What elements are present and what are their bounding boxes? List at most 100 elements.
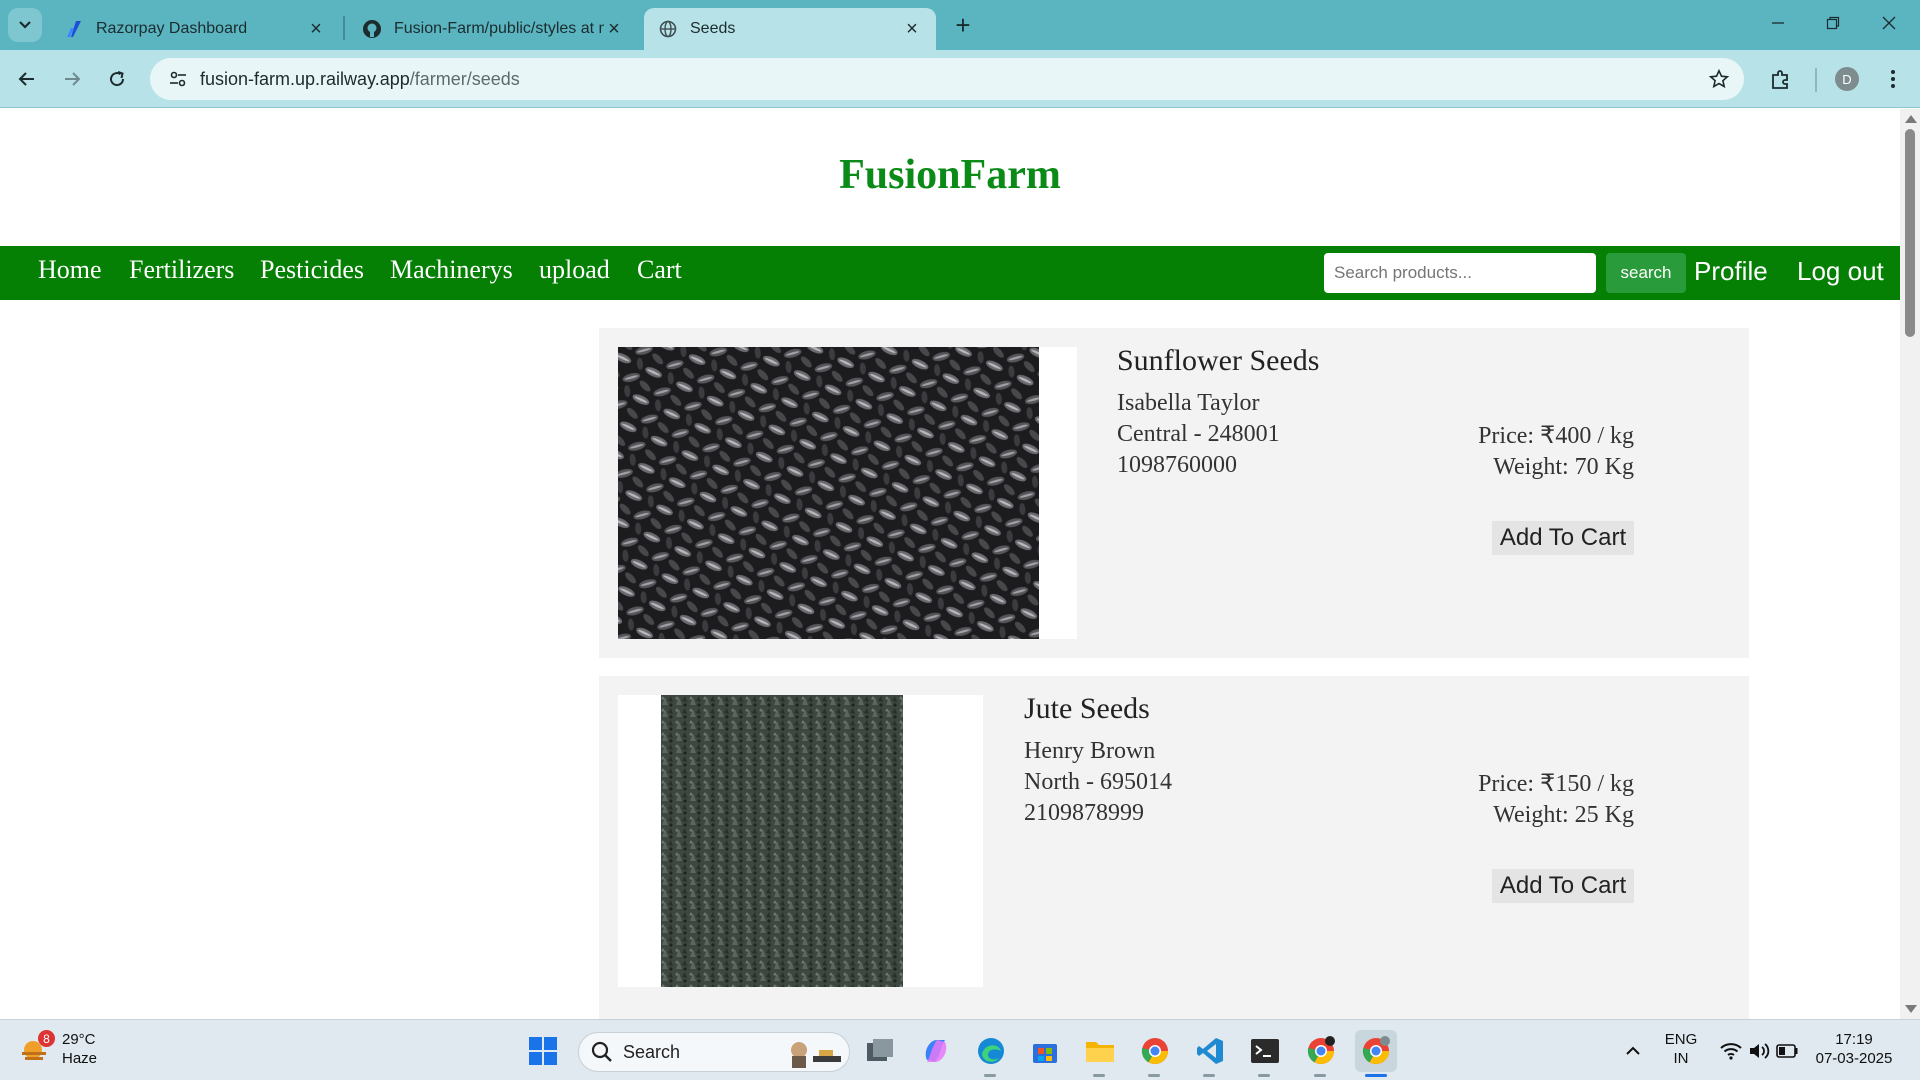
reload-icon — [110, 71, 125, 87]
close-icon[interactable]: × — [306, 18, 326, 40]
tab-github[interactable]: Fusion-Farm/public/styles at m × — [348, 8, 638, 50]
search-button[interactable]: search — [1606, 253, 1686, 293]
scroll-up-icon[interactable] — [1905, 115, 1917, 123]
vscode-button[interactable] — [1189, 1030, 1231, 1072]
toolbar-divider — [1815, 68, 1817, 92]
chrome-icon — [1362, 1036, 1390, 1065]
profile-link[interactable]: Profile — [1694, 256, 1768, 287]
reload-button[interactable] — [100, 62, 134, 96]
weather-badge: 8 — [38, 1030, 55, 1047]
page-scrollbar[interactable] — [1900, 109, 1920, 1019]
seller-location: North - 695014 — [1024, 769, 1172, 795]
product-price: Price: ₹400 / kg — [1478, 423, 1634, 449]
product-seller-info: Henry Brown North - 695014 2109878999 — [1024, 736, 1172, 829]
nav-fertilizers[interactable]: Fertilizers — [129, 255, 234, 285]
task-view-button[interactable] — [859, 1030, 901, 1072]
product-card: Jute Seeds Henry Brown North - 695014 21… — [599, 676, 1749, 1019]
microsoft-store-button[interactable] — [1024, 1030, 1066, 1072]
github-icon — [362, 19, 382, 39]
minimize-icon — [1772, 22, 1784, 24]
back-button[interactable] — [10, 62, 44, 96]
weather-temp: 29°C — [62, 1031, 96, 1048]
seller-name: Henry Brown — [1024, 738, 1156, 764]
seller-location: Central - 248001 — [1117, 421, 1280, 447]
chrome-profile-dark-button[interactable] — [1300, 1030, 1342, 1072]
product-name: Jute Seeds — [1024, 692, 1150, 725]
new-tab-button[interactable]: + — [948, 10, 978, 40]
browser-menu-button[interactable] — [1876, 62, 1910, 96]
url-host: fusion-farm.up.railway.app — [200, 68, 410, 89]
nav-upload[interactable]: upload — [539, 255, 610, 285]
tab-divider — [343, 16, 345, 40]
close-window-button[interactable] — [1862, 0, 1916, 46]
edge-button[interactable] — [970, 1030, 1012, 1072]
tab-title: Seeds — [690, 20, 736, 37]
scrollbar-thumb[interactable] — [1905, 129, 1915, 337]
globe-icon — [658, 19, 678, 39]
clock-date: 07-03-2025 — [1815, 1050, 1893, 1067]
start-button[interactable] — [522, 1030, 564, 1072]
url-text: fusion-farm.up.railway.app/farmer/seeds — [200, 69, 520, 90]
add-to-cart-button[interactable]: Add To Cart — [1492, 869, 1634, 903]
browser-tabstrip: Razorpay Dashboard × Fusion-Farm/public/… — [0, 0, 1920, 50]
copilot-icon — [925, 1040, 947, 1062]
running-indicator — [984, 1074, 996, 1077]
bookmark-star-icon[interactable] — [1706, 66, 1732, 92]
tab-razorpay[interactable]: Razorpay Dashboard × — [50, 8, 340, 50]
product-seller-info: Isabella Taylor Central - 248001 1098760… — [1117, 388, 1280, 481]
jute-seeds-image — [661, 695, 903, 987]
seller-phone: 1098760000 — [1117, 452, 1237, 478]
forward-button[interactable] — [55, 62, 89, 96]
battery-icon — [1776, 1044, 1798, 1058]
product-name: Sunflower Seeds — [1117, 344, 1320, 377]
scroll-down-icon[interactable] — [1905, 1005, 1917, 1013]
close-icon[interactable]: × — [604, 18, 624, 40]
site-navbar: Home Fertilizers Pesticides Machinerys u… — [0, 246, 1900, 300]
url-path: /farmer/seeds — [409, 68, 520, 89]
language-code: ENG — [1664, 1031, 1698, 1048]
extensions-button[interactable] — [1764, 62, 1798, 96]
quick-settings-button[interactable] — [1714, 1030, 1804, 1072]
avatar: D — [1835, 67, 1859, 91]
weather-widget[interactable]: 8 29°C Haze — [20, 1030, 97, 1068]
nav-cart[interactable]: Cart — [637, 255, 682, 285]
profile-button[interactable]: D — [1830, 62, 1864, 96]
running-indicator — [1093, 1074, 1105, 1077]
terminal-button[interactable] — [1244, 1030, 1286, 1072]
logout-link[interactable]: Log out — [1797, 256, 1884, 287]
input-language[interactable]: ENG IN — [1664, 1030, 1698, 1068]
product-price-info: Price: ₹400 / kg Weight: 70 Kg — [1478, 421, 1634, 483]
clock[interactable]: 17:19 07-03-2025 — [1812, 1030, 1896, 1068]
chrome-profile-b-button[interactable] — [1134, 1030, 1176, 1072]
vscode-icon — [1197, 1038, 1223, 1064]
tray-overflow-button[interactable] — [1612, 1030, 1654, 1072]
address-bar[interactable]: fusion-farm.up.railway.app/farmer/seeds — [150, 58, 1744, 100]
nav-machinerys[interactable]: Machinerys — [390, 255, 513, 285]
taskbar-search[interactable]: Search — [578, 1032, 850, 1072]
arrow-left-icon — [18, 72, 34, 86]
close-icon[interactable]: × — [902, 18, 922, 40]
nav-pesticides[interactable]: Pesticides — [260, 255, 364, 285]
puzzle-icon — [1772, 70, 1788, 89]
site-info-icon[interactable] — [158, 58, 198, 100]
store-icon — [1033, 1044, 1057, 1063]
edge-icon — [978, 1038, 1004, 1064]
file-explorer-button[interactable] — [1079, 1030, 1121, 1072]
more-vertical-icon — [1891, 70, 1895, 88]
os-taskbar: 8 29°C Haze Search ENG IN 17:19 07-03-20… — [0, 1019, 1920, 1080]
restore-button[interactable] — [1806, 0, 1860, 46]
chrome-profile-d-button[interactable] — [1355, 1030, 1397, 1072]
chevron-down-icon — [19, 21, 31, 29]
search-input[interactable] — [1324, 253, 1596, 293]
tab-search-button[interactable] — [8, 8, 42, 42]
minimize-button[interactable] — [1751, 0, 1805, 46]
browser-toolbar: fusion-farm.up.railway.app/farmer/seeds … — [0, 50, 1920, 108]
copilot-button[interactable] — [915, 1030, 957, 1072]
weather-desc: Haze — [62, 1050, 98, 1067]
search-icon — [591, 1041, 612, 1062]
search-highlight-icon — [791, 1042, 841, 1068]
nav-home[interactable]: Home — [38, 255, 102, 285]
running-indicator — [1148, 1074, 1160, 1077]
add-to-cart-button[interactable]: Add To Cart — [1492, 521, 1634, 555]
tab-seeds[interactable]: Seeds × — [644, 8, 936, 50]
